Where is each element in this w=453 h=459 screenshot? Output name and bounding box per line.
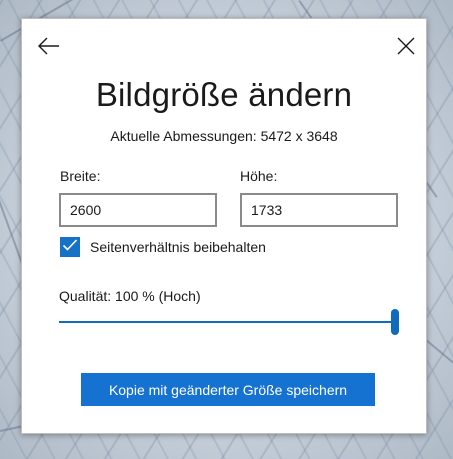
quality-slider-fill [59,321,397,323]
back-button[interactable] [34,33,64,63]
width-label: Breite: [60,168,101,184]
width-input[interactable] [59,193,217,227]
checkmark-icon [62,238,78,257]
close-icon [397,37,415,60]
quality-slider-track[interactable] [59,321,397,323]
arrow-left-icon [38,37,60,60]
current-dimensions-text: Aktuelle Abmessungen: 5472 x 3648 [110,128,338,144]
quality-label: Qualität: 100 % (Hoch) [59,288,201,304]
keep-aspect-ratio-checkbox[interactable] [60,237,80,257]
height-label: Höhe: [240,168,278,184]
close-button[interactable] [391,33,421,63]
keep-aspect-ratio-label[interactable]: Seitenverhältnis beibehalten [90,239,266,255]
save-resized-copy-button[interactable]: Kopie mit geänderter Größe speichern [81,373,375,406]
quality-slider-thumb[interactable] [391,309,399,335]
height-input[interactable] [240,193,398,227]
dialog-title: Bildgröße ändern [95,76,353,113]
resize-image-dialog: Bildgröße ändern Aktuelle Abmessungen: 5… [21,18,427,434]
